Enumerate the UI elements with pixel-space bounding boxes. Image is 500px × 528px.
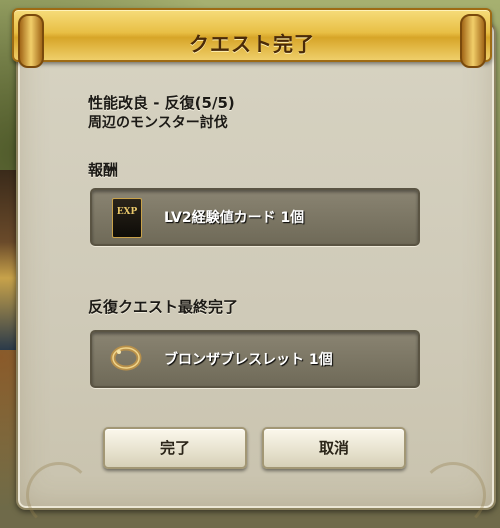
dialog-title: クエスト完了 (189, 32, 315, 56)
final-reward-slot: ブロンザブレスレット 1個 (90, 330, 420, 388)
reward-heading: 報酬 (88, 161, 119, 179)
bronze-bracelet-icon (110, 345, 142, 371)
title-banner: クエスト完了 (12, 8, 492, 68)
complete-button[interactable]: 完了 (103, 427, 247, 469)
reward-item-name: LV2経験値カード 1個 (164, 210, 305, 226)
exp-card-icon: EXP (112, 198, 142, 238)
reward-item-slot: EXP LV2経験値カード 1個 (90, 188, 420, 246)
quest-objective: 周辺のモンスター討伐 (88, 115, 228, 131)
final-reward-name: ブロンザブレスレット 1個 (164, 352, 333, 368)
ornament-corner-right (420, 462, 486, 528)
quest-name: 性能改良 - 反復(5/5) (88, 94, 235, 112)
ornament-corner-left (26, 462, 92, 528)
final-completion-heading: 反復クエスト最終完了 (88, 298, 239, 316)
cancel-button[interactable]: 取消 (262, 427, 406, 469)
